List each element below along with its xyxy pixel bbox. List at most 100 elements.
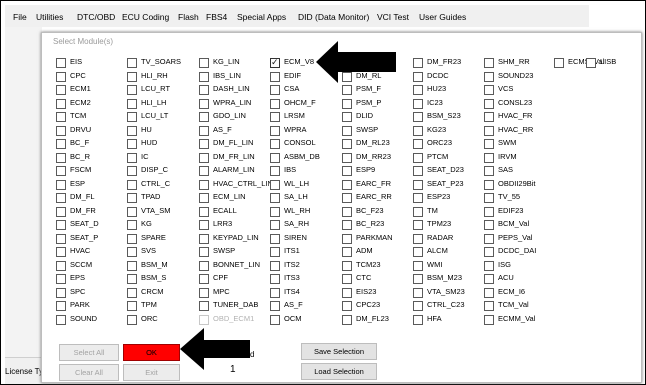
ok-button[interactable]: OK	[123, 344, 180, 361]
module-option[interactable]: CONSOL	[270, 137, 350, 150]
module-option[interactable]: GDO_LIN	[199, 110, 279, 123]
menu-dtc-obd[interactable]: DTC/OBD	[77, 12, 115, 22]
module-option[interactable]: WL_LH	[270, 178, 350, 191]
module-option[interactable]: PSM_F	[342, 83, 422, 96]
module-option[interactable]: SA_RH	[270, 218, 350, 231]
checkbox[interactable]	[56, 112, 66, 122]
checkbox[interactable]	[413, 98, 423, 109]
module-option[interactable]: IBS	[270, 164, 350, 177]
checkbox[interactable]	[127, 301, 137, 311]
module-option[interactable]: BSM_M23	[413, 272, 493, 285]
checkbox[interactable]	[413, 166, 423, 176]
module-option[interactable]: ECALL	[199, 205, 279, 218]
checkbox[interactable]	[127, 166, 137, 176]
checkbox[interactable]	[484, 314, 494, 325]
checkbox[interactable]	[342, 139, 352, 149]
checkbox[interactable]	[586, 58, 596, 68]
menu-file[interactable]: File	[13, 12, 27, 22]
module-option[interactable]: EDIF	[270, 70, 350, 83]
module-option[interactable]: SWSP	[199, 245, 279, 258]
checkbox[interactable]	[127, 274, 137, 284]
checkbox[interactable]	[342, 98, 352, 109]
module-option[interactable]: KG	[127, 218, 207, 231]
checkbox[interactable]	[56, 85, 66, 95]
checkbox[interactable]	[270, 152, 280, 163]
checkbox[interactable]	[270, 247, 280, 257]
module-option[interactable]: BC_R	[56, 151, 136, 164]
module-option[interactable]: ECM_LIN	[199, 191, 279, 204]
checkbox[interactable]	[127, 85, 137, 95]
checkbox[interactable]	[342, 314, 352, 325]
module-option[interactable]: OBDII29Bit	[484, 178, 564, 191]
checkbox[interactable]	[127, 139, 137, 149]
checkbox[interactable]	[127, 112, 137, 122]
module-option[interactable]: TM	[413, 205, 493, 218]
module-option[interactable]: SIREN	[270, 232, 350, 245]
checkbox[interactable]	[127, 233, 137, 244]
module-option[interactable]: TV_SOARS	[127, 56, 207, 69]
checkbox[interactable]	[199, 193, 209, 203]
module-option[interactable]: ITS3	[270, 272, 350, 285]
module-option[interactable]: HUD	[127, 137, 207, 150]
module-option[interactable]: CSA	[270, 83, 350, 96]
checkbox[interactable]	[554, 58, 564, 68]
checkbox[interactable]	[413, 152, 423, 163]
module-option[interactable]: DM_FR23	[413, 56, 493, 69]
module-option[interactable]: LCU_LT	[127, 110, 207, 123]
module-option[interactable]: ECM_I6	[484, 286, 564, 299]
checkbox[interactable]	[413, 58, 423, 68]
module-option[interactable]: PARKMAN	[342, 232, 422, 245]
checkbox[interactable]	[413, 71, 423, 82]
load-selection-button[interactable]: Load Selection	[301, 363, 377, 380]
checkbox[interactable]	[127, 260, 137, 271]
checkbox[interactable]	[342, 260, 352, 271]
checkbox[interactable]	[56, 274, 66, 284]
module-option[interactable]: SA_LH	[270, 191, 350, 204]
checkbox[interactable]	[56, 287, 66, 298]
checkbox[interactable]	[484, 220, 494, 230]
checkbox[interactable]	[56, 247, 66, 257]
module-option[interactable]: BC_F23	[342, 205, 422, 218]
module-option[interactable]: PTCM	[413, 151, 493, 164]
menu-flash[interactable]: Flash	[178, 12, 199, 22]
select-all-button[interactable]: Select All	[59, 344, 119, 361]
checkbox[interactable]	[270, 287, 280, 298]
module-option[interactable]: DM_RL	[342, 70, 422, 83]
module-option[interactable]: IBS_LIN	[199, 70, 279, 83]
checkbox[interactable]	[199, 85, 209, 95]
menu-ecu-coding[interactable]: ECU Coding	[122, 12, 169, 22]
checkbox[interactable]	[56, 179, 66, 190]
checkbox[interactable]	[270, 125, 280, 136]
checkbox[interactable]	[127, 247, 137, 257]
checkbox[interactable]	[199, 139, 209, 149]
module-option[interactable]: AS_F	[199, 124, 279, 137]
menu-did-data-monitor[interactable]: DID (Data Monitor)	[298, 12, 369, 22]
checkbox[interactable]	[484, 274, 494, 284]
module-option[interactable]: SEAT_D23	[413, 164, 493, 177]
module-option[interactable]: IC23	[413, 97, 493, 110]
checkbox[interactable]	[270, 166, 280, 176]
checkbox[interactable]	[484, 233, 494, 244]
module-option[interactable]: WL_RH	[270, 205, 350, 218]
checkbox[interactable]	[56, 260, 66, 271]
checkbox[interactable]	[484, 71, 494, 82]
module-option[interactable]: TCM23	[342, 259, 422, 272]
module-option[interactable]: SWM	[484, 137, 564, 150]
module-option[interactable]: PEPS_Val	[484, 232, 564, 245]
module-option[interactable]: ASBM_DB	[270, 151, 350, 164]
menu-vci-test[interactable]: VCI Test	[377, 12, 409, 22]
module-option[interactable]: CPF	[199, 272, 279, 285]
checkbox[interactable]	[199, 125, 209, 136]
module-option[interactable]: EDIF23	[484, 205, 564, 218]
module-option[interactable]: DCDC_DAI	[484, 245, 564, 258]
module-option[interactable]: ISG	[484, 259, 564, 272]
checkbox[interactable]	[199, 71, 209, 82]
checkbox[interactable]	[413, 206, 423, 217]
module-option[interactable]: SOUND23	[484, 70, 564, 83]
checkbox[interactable]	[270, 179, 280, 190]
module-option[interactable]: HVAC_FR	[484, 110, 564, 123]
module-option[interactable]: ITS4	[270, 286, 350, 299]
module-option[interactable]: SAS	[484, 164, 564, 177]
checkbox[interactable]	[484, 112, 494, 122]
checkbox[interactable]	[413, 260, 423, 271]
